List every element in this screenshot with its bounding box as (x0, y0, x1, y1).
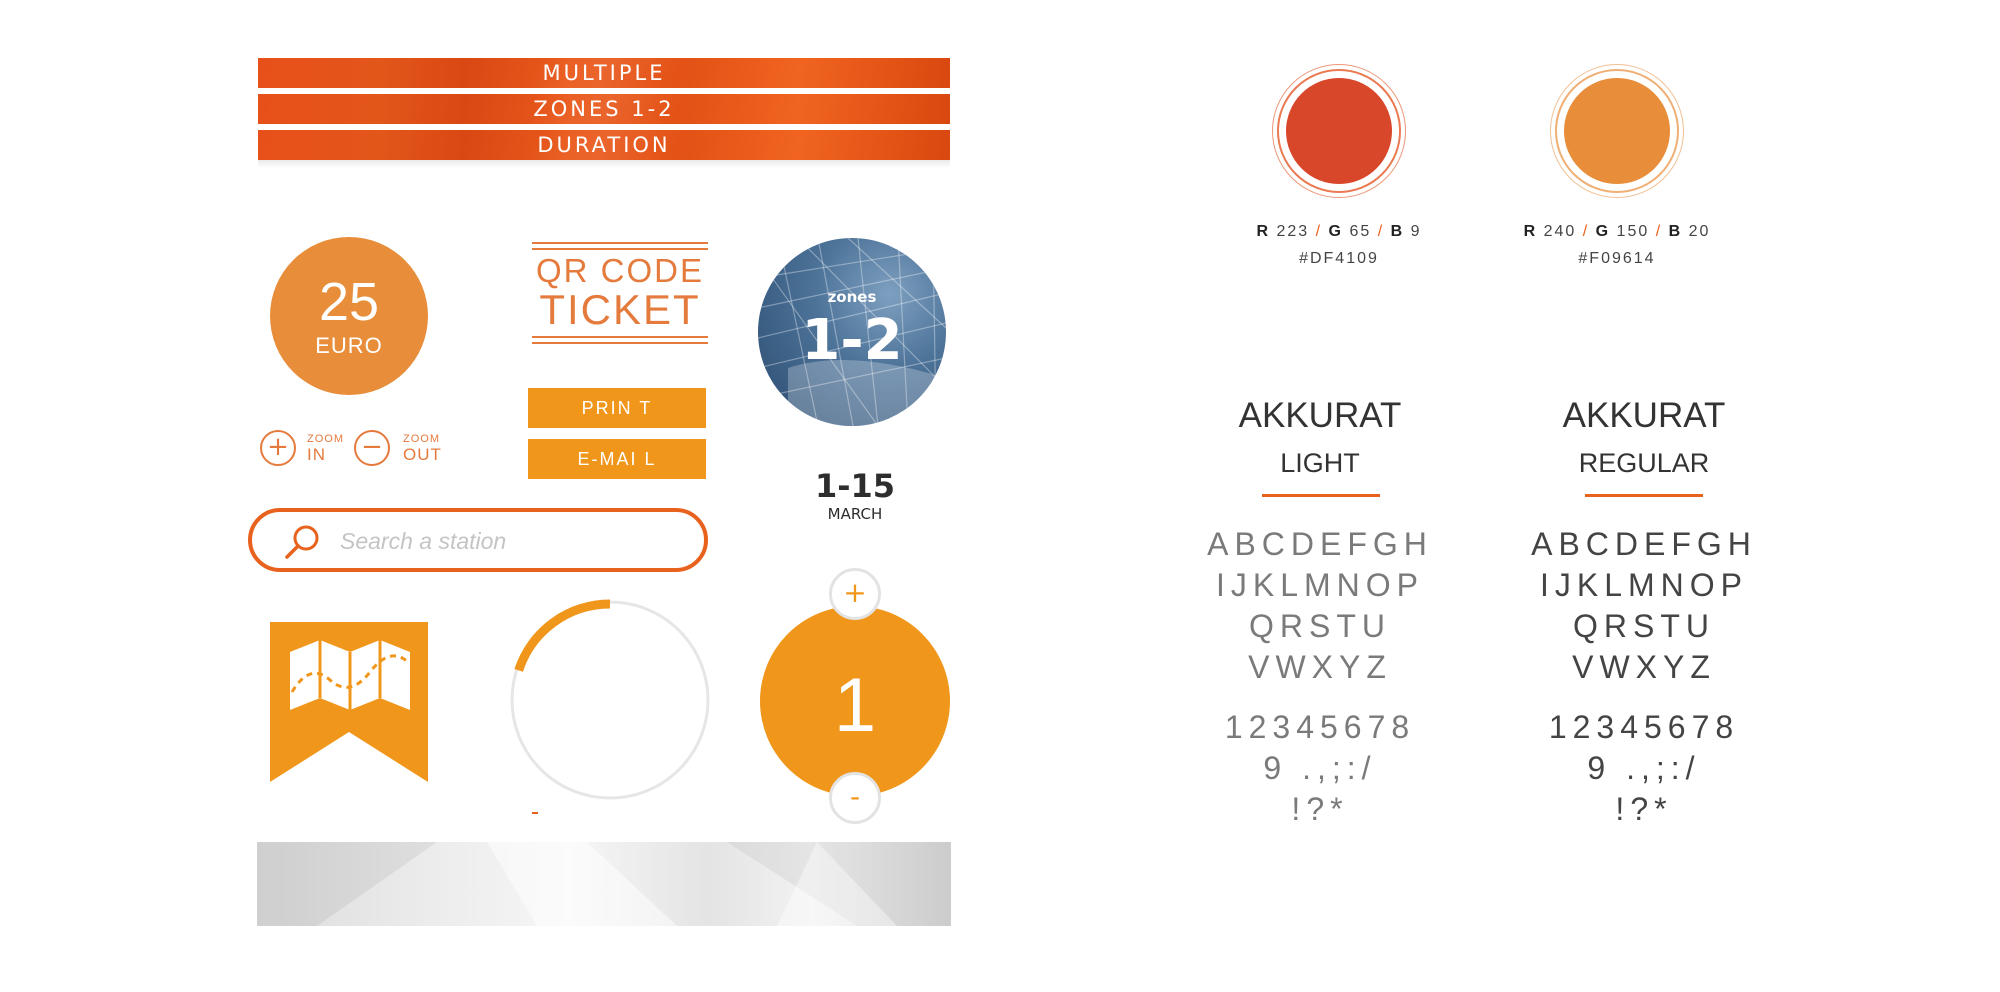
increment-button[interactable]: + (829, 568, 881, 620)
glyph-row: QRSTU (1249, 608, 1391, 644)
color-swatch-red (1272, 64, 1406, 198)
banner-label: ZONES 1-2 (533, 97, 675, 121)
color-swatch-orange (1550, 64, 1684, 198)
g-label: G (1595, 223, 1611, 240)
color-hex-red: #DF4109 (1299, 250, 1379, 267)
counter-value: 1 (833, 663, 877, 748)
zoom-in-icon[interactable]: + (260, 430, 296, 466)
decorative-footer-bar (257, 842, 951, 926)
glyph-row: IJKLMNOP (1215, 567, 1425, 603)
glyph-row: ABCDEFGH (1531, 526, 1757, 562)
swatch-fill (1564, 78, 1670, 184)
search-input[interactable] (338, 522, 682, 560)
glyph-row: ABCDEFGH (1207, 526, 1433, 562)
b-value: 20 (1688, 223, 1711, 240)
glyph-row: 9 .,;:/ (1587, 750, 1701, 786)
zoom-out-small-label: ZOOM (403, 433, 440, 445)
swatch-fill (1286, 78, 1392, 184)
qr-title: QR CODE (535, 252, 704, 289)
price-badge: 25 EURO (270, 237, 428, 395)
b-label: B (1390, 223, 1405, 240)
zoom-in-small-label: ZOOM (307, 433, 344, 445)
glyph-row: 12345678 (1224, 709, 1416, 745)
r-value: 240 (1543, 223, 1577, 240)
font-name-regular: AKKURAT (1562, 396, 1726, 435)
quantity-counter: 1 (760, 606, 950, 796)
qr-rule-top (532, 248, 708, 250)
progress-marker (532, 812, 538, 814)
g-value: 150 (1616, 223, 1650, 240)
glyph-row: !?* (1291, 791, 1349, 827)
glyph-specimen-light: ABCDEFGH IJKLMNOP QRSTU VWXYZ 12345678 9… (1170, 524, 1470, 830)
zones-label: zones (827, 288, 877, 306)
price-amount: 25 (318, 272, 380, 332)
glyph-row: VWXYZ (1248, 649, 1392, 685)
glyph-specimen-regular: ABCDEFGH IJKLMNOP QRSTU VWXYZ 12345678 9… (1494, 524, 1794, 830)
map-icon (270, 622, 428, 782)
zones-number: 1-2 (801, 308, 903, 373)
banner-label: DURATION (537, 133, 671, 157)
g-value: 65 (1349, 223, 1372, 240)
qr-rule-top (532, 242, 708, 244)
zones-image: zones 1-2 (758, 238, 946, 426)
qr-subtitle: TICKET (539, 286, 701, 333)
qr-rule-bottom (532, 336, 708, 338)
banner-label: MULTIPLE (542, 61, 666, 85)
station-search[interactable] (248, 508, 708, 572)
glyph-row: IJKLMNOP (1539, 567, 1749, 603)
decrement-button[interactable]: - (829, 772, 881, 824)
font-weight-regular: REGULAR (1578, 448, 1710, 478)
font-name-light: AKKURAT (1238, 396, 1402, 435)
glyph-row: VWXYZ (1572, 649, 1716, 685)
zoom-in-label: IN (307, 445, 326, 464)
polygon-texture (257, 842, 951, 926)
zoom-out-label: OUT (403, 445, 442, 464)
glyph-row: !?* (1615, 791, 1673, 827)
price-currency: EURO (315, 333, 383, 358)
font-rule-light (1262, 494, 1380, 497)
progress-ring-fill (514, 599, 611, 672)
glyph-row: QRSTU (1573, 608, 1715, 644)
glyph-row: 9 .,;:/ (1263, 750, 1377, 786)
color-rgb-red: R 223 / G 65 / B 9 (1256, 223, 1422, 240)
color-hex-orange: #F09614 (1578, 250, 1656, 267)
email-button[interactable]: E-MAI L (528, 439, 706, 479)
zoom-out-control[interactable]: − ZOOM OUT (354, 430, 454, 470)
color-rgb-orange: R 240 / G 150 / B 20 (1523, 223, 1711, 240)
b-label: B (1668, 223, 1683, 240)
g-label: G (1328, 223, 1343, 240)
font-rule-regular (1585, 494, 1703, 497)
banner-duration: DURATION (258, 130, 950, 160)
qr-rule-bottom (532, 342, 708, 344)
banner-shadow (258, 160, 950, 168)
date-range: 1-15 (814, 467, 896, 505)
zoom-in-control[interactable]: + ZOOM IN (260, 430, 360, 470)
print-button[interactable]: PRIN T (528, 388, 706, 428)
r-label: R (1256, 223, 1271, 240)
font-weight-light: LIGHT (1280, 448, 1360, 478)
banner-zones: ZONES 1-2 (258, 94, 950, 124)
banner-multiple: MULTIPLE (258, 58, 950, 88)
r-value: 223 (1276, 223, 1310, 240)
search-icon (285, 525, 319, 559)
b-value: 9 (1410, 223, 1422, 240)
glyph-row: 12345678 (1548, 709, 1740, 745)
r-label: R (1523, 223, 1538, 240)
date-month: MARCH (827, 505, 883, 523)
progress-ring (510, 599, 710, 800)
zoom-out-icon[interactable]: − (354, 430, 390, 466)
